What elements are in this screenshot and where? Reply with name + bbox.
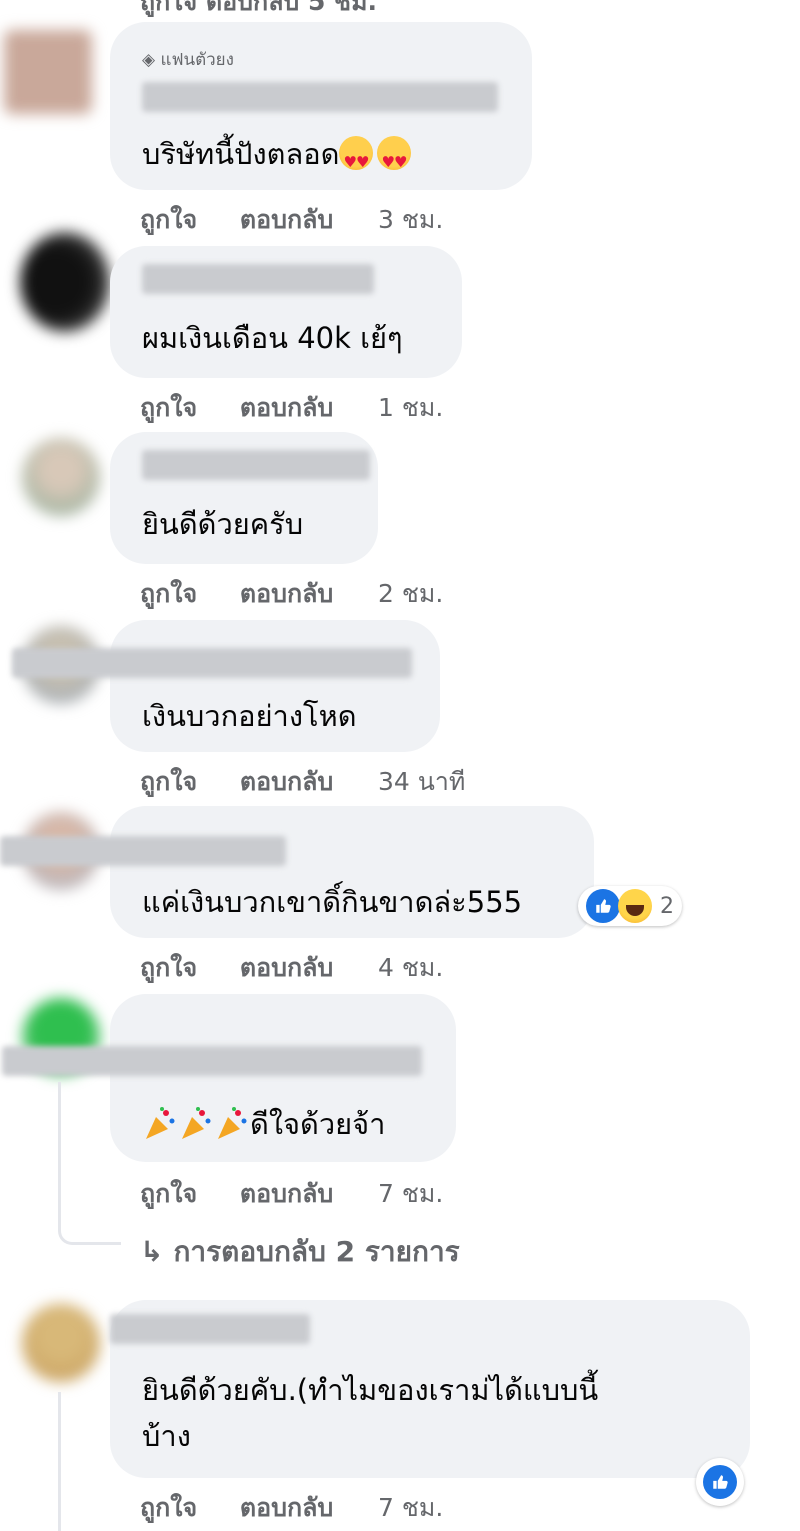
- comment-text: แค่เงินบวกเขาดิ์กินขาดล่ะ555: [142, 885, 523, 919]
- timestamp[interactable]: 7 ชม.: [378, 1174, 443, 1214]
- author-name-redacted[interactable]: [0, 836, 286, 866]
- reply-button[interactable]: ตอบกลับ: [240, 1488, 333, 1528]
- reply-button[interactable]: ตอบกลับ: [240, 762, 333, 802]
- party-popper-icon: [146, 1107, 175, 1139]
- author-name-redacted[interactable]: [2, 1046, 422, 1076]
- comment-text: เงินบวกอย่างโหด: [142, 699, 357, 733]
- like-button[interactable]: ถูกใจ: [140, 574, 197, 614]
- reaction-count: 2: [660, 893, 674, 919]
- top-fan-badge: ◈ แฟนตัวยง: [142, 46, 234, 73]
- haha-reaction-icon: [618, 889, 652, 923]
- timestamp[interactable]: 34 นาที: [378, 762, 465, 802]
- author-name-redacted[interactable]: [142, 82, 498, 112]
- comment-text-line-1: ยินดีด้วยคับ.(ทำไมของเราม่ได้แบบนี้: [142, 1373, 599, 1407]
- reply-button[interactable]: ตอบกลับ: [240, 388, 333, 428]
- like-button[interactable]: ถูกใจ: [140, 1174, 197, 1214]
- reaction-summary[interactable]: [696, 1458, 744, 1506]
- author-name-redacted[interactable]: [110, 1314, 310, 1344]
- reply-button[interactable]: ตอบกลับ: [240, 948, 333, 988]
- avatar[interactable]: [22, 1304, 100, 1382]
- comment-actions: ถูกใจ ตอบกลับ 34 นาที: [140, 762, 465, 802]
- like-button[interactable]: ถูกใจ: [140, 762, 197, 802]
- avatar[interactable]: [4, 30, 92, 114]
- comment-bubble: ยินดีด้วยครับ: [110, 432, 378, 564]
- timestamp[interactable]: 3 ชม.: [378, 200, 443, 240]
- author-name-redacted[interactable]: [12, 648, 412, 678]
- view-replies-link[interactable]: ↳ การตอบกลับ 2 รายการ: [140, 1230, 460, 1274]
- timestamp[interactable]: 4 ชม.: [378, 948, 443, 988]
- reply-button[interactable]: ตอบกลับ: [240, 200, 333, 240]
- timestamp[interactable]: 1 ชม.: [378, 388, 443, 428]
- comment-bubble: ◈ แฟนตัวยง บริษัทนี้ปังตลอด: [110, 22, 532, 190]
- like-reaction-icon: [586, 889, 620, 923]
- party-popper-icon: [218, 1107, 247, 1139]
- smiling-face-with-hearts-icon: [377, 136, 412, 182]
- comment-text-line-2: บ้าง: [142, 1419, 191, 1453]
- avatar[interactable]: [20, 232, 110, 332]
- smiling-face-with-hearts-icon: [339, 136, 374, 182]
- comment-actions: ถูกใจ ตอบกลับ 7 ชม.: [140, 1488, 443, 1528]
- comment-actions: ถูกใจ ตอบกลับ 7 ชม.: [140, 1174, 443, 1214]
- like-button[interactable]: ถูกใจ: [140, 948, 197, 988]
- comment-text: ดีใจด้วยจ้า: [142, 1104, 385, 1144]
- comment-bubble: แค่เงินบวกเขาดิ์กินขาดล่ะ555: [0, 806, 594, 938]
- top-partial-text: ถูกใจ ตอบกลับ 5 ชม.: [140, 0, 378, 16]
- reply-button[interactable]: ตอบกลับ: [240, 574, 333, 614]
- avatar[interactable]: [22, 438, 100, 516]
- comment-actions: ถูกใจ ตอบกลับ 4 ชม.: [140, 948, 443, 988]
- diamond-icon: ◈: [142, 50, 156, 70]
- like-button[interactable]: ถูกใจ: [140, 1488, 197, 1528]
- reply-arrow-icon: ↳: [140, 1235, 164, 1268]
- comment-bubble: ผมเงินเดือน 40k เย้ๆ: [110, 246, 462, 378]
- like-button[interactable]: ถูกใจ: [140, 200, 197, 240]
- comment-bubble: ยินดีด้วยคับ.(ทำไมของเราม่ได้แบบนี้ บ้าง: [110, 1300, 750, 1478]
- reply-thread-line: [58, 1392, 61, 1531]
- author-name-redacted[interactable]: [142, 264, 374, 294]
- author-name-redacted[interactable]: [142, 450, 370, 480]
- timestamp[interactable]: 2 ชม.: [378, 574, 443, 614]
- comment-text: ยินดีด้วยครับ: [142, 507, 304, 541]
- comment-bubble: เงินบวกอย่างโหด: [12, 620, 440, 752]
- timestamp[interactable]: 7 ชม.: [378, 1488, 443, 1528]
- comment-bubble: ดีใจด้วยจ้า: [2, 994, 456, 1162]
- view-replies-label: การตอบกลับ 2 รายการ: [173, 1235, 460, 1268]
- comment-actions-partial: ถูกใจ ตอบกลับ 5 ชม.: [140, 0, 377, 22]
- badge-label: แฟนตัวยง: [160, 50, 234, 70]
- like-reaction-icon: [703, 1465, 737, 1499]
- reply-button[interactable]: ตอบกลับ: [240, 1174, 333, 1214]
- comment-text: บริษัทนี้ปังตลอด: [142, 134, 412, 182]
- like-button[interactable]: ถูกใจ: [140, 388, 197, 428]
- comment-actions: ถูกใจ ตอบกลับ 2 ชม.: [140, 574, 443, 614]
- comment-actions: ถูกใจ ตอบกลับ 3 ชม.: [140, 200, 443, 240]
- comment-text: ผมเงินเดือน 40k เย้ๆ: [142, 321, 403, 355]
- comment-actions: ถูกใจ ตอบกลับ 1 ชม.: [140, 388, 443, 428]
- party-popper-icon: [182, 1107, 211, 1139]
- reaction-summary[interactable]: 2: [578, 886, 682, 926]
